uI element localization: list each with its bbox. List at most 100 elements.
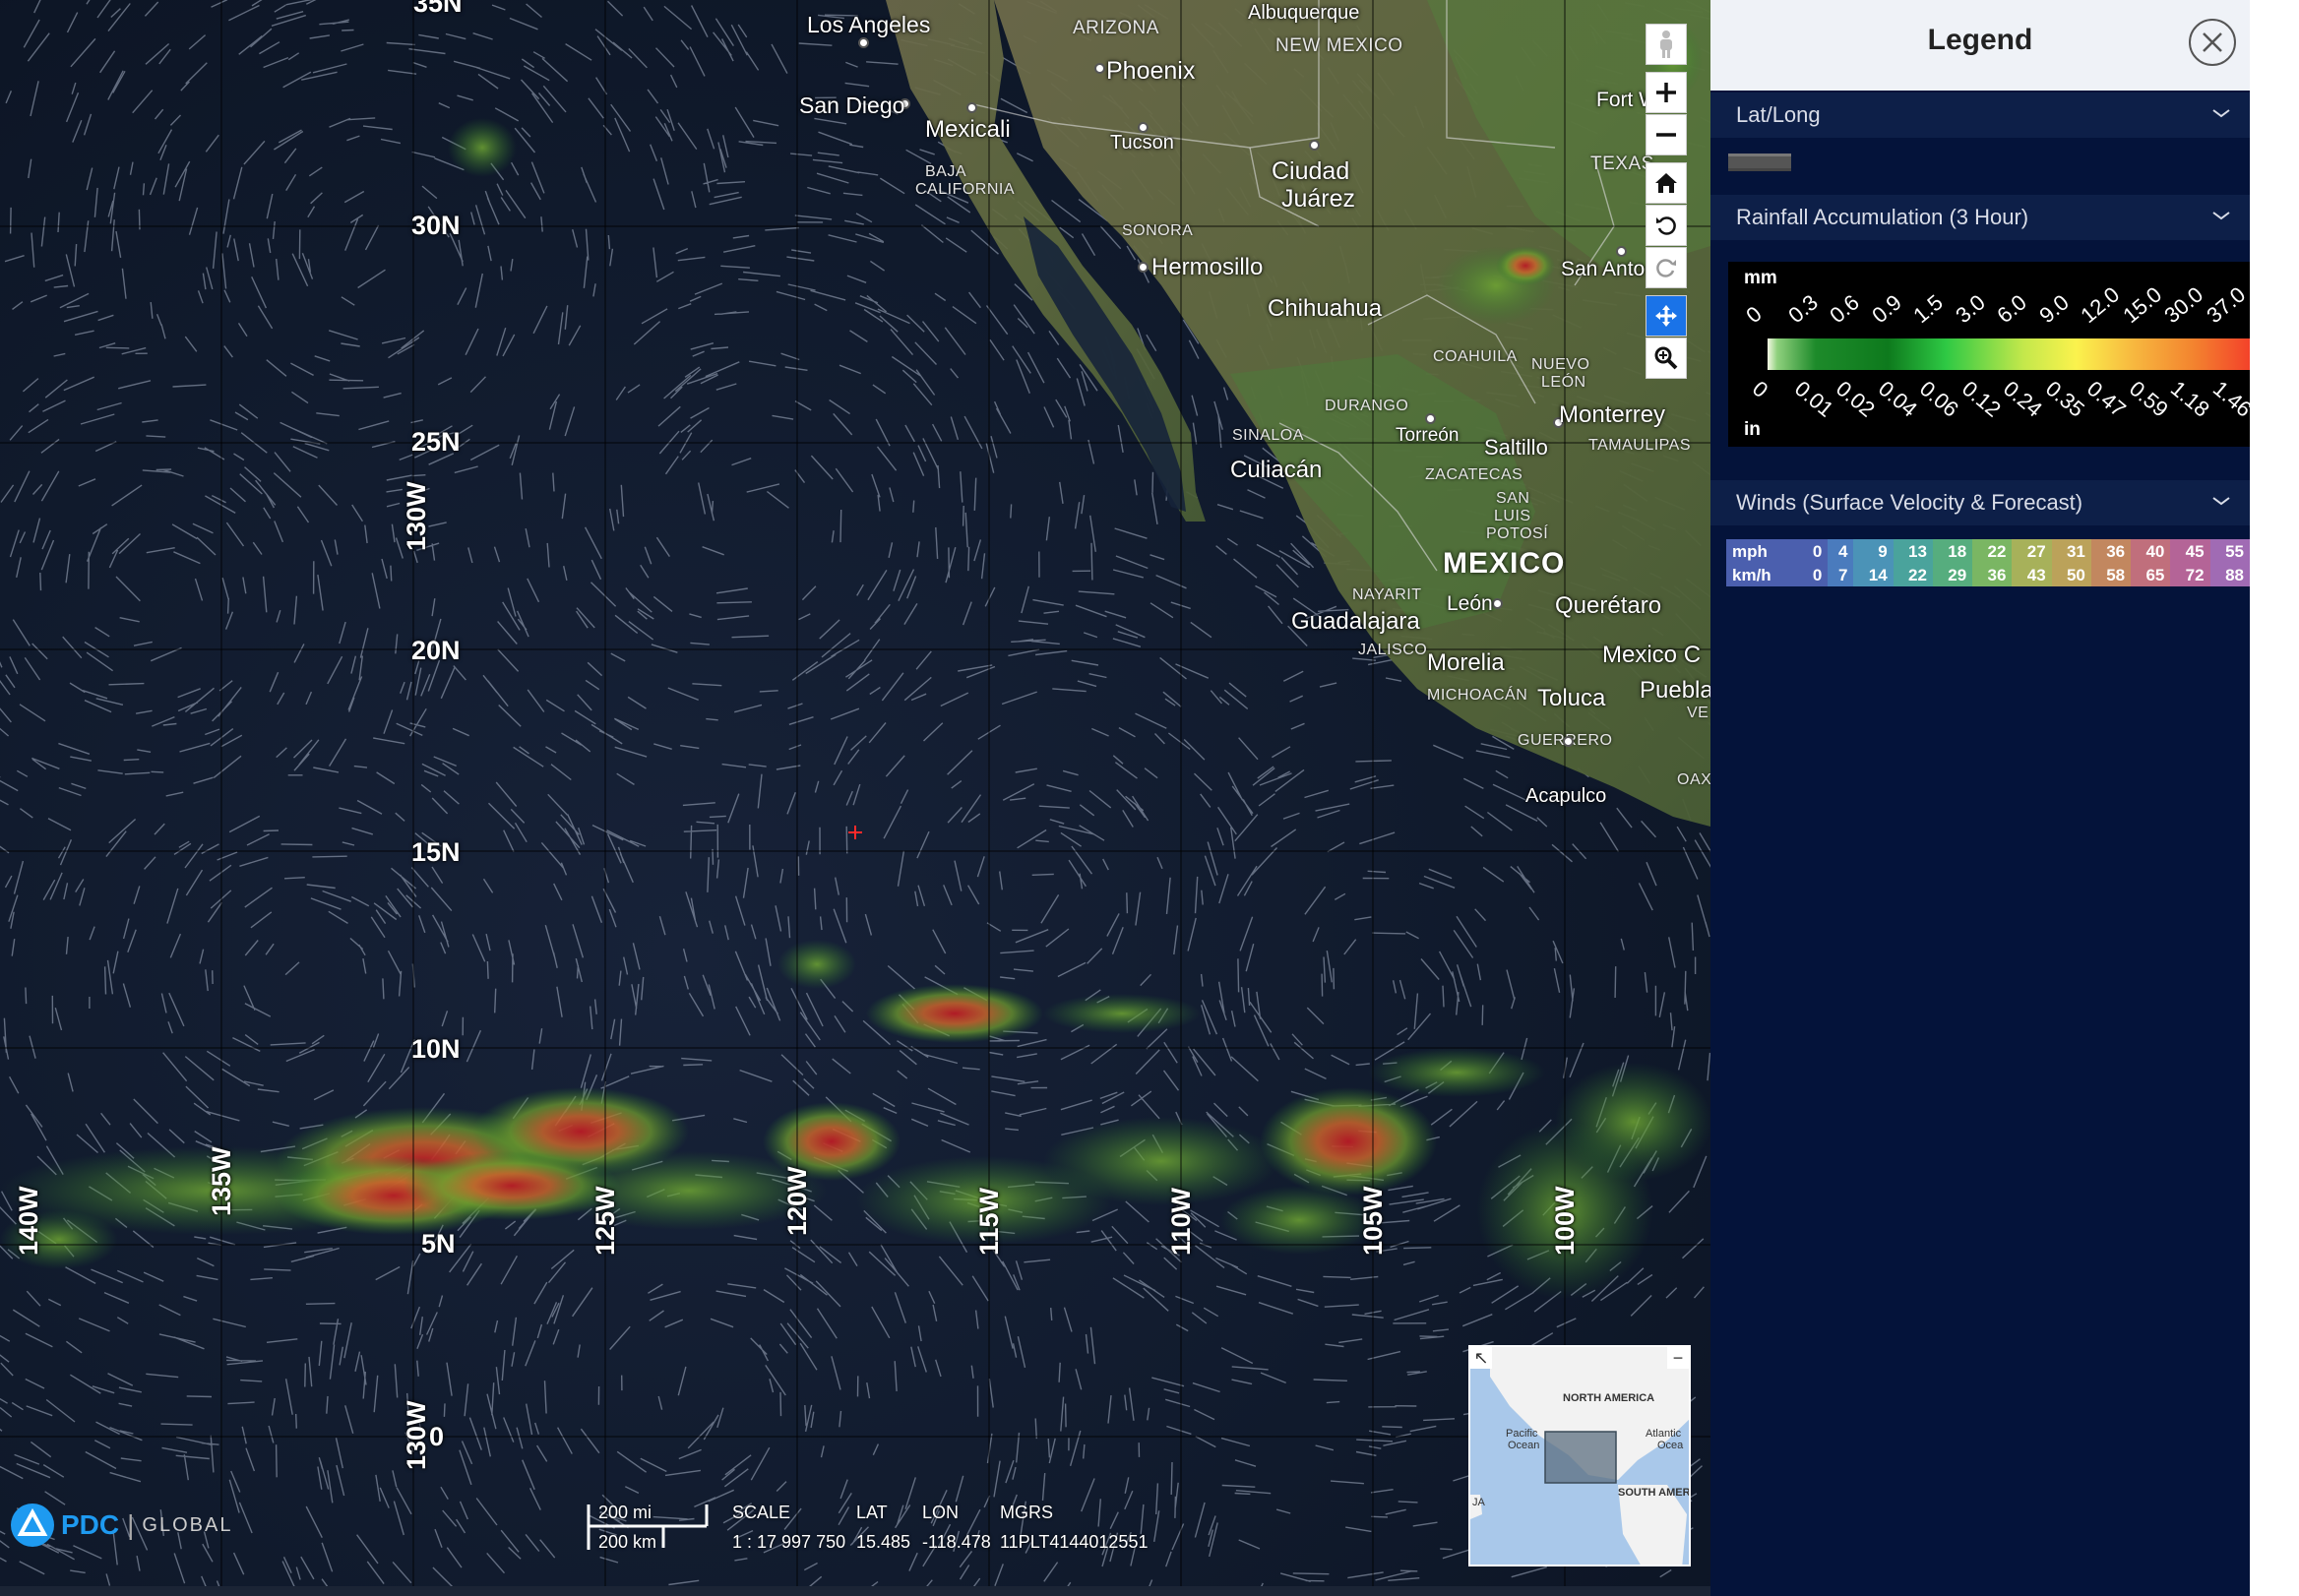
map-center-crosshair (848, 826, 862, 839)
chevron-down-icon (2212, 497, 2230, 506)
city-queretaro: Querétaro (1555, 592, 1662, 619)
street-view-icon (1660, 31, 1672, 58)
region-oax: OAX (1677, 771, 1710, 788)
rotate-right-icon (1656, 259, 1676, 277)
zoom-out-button[interactable] (1646, 114, 1687, 155)
overview-map[interactable]: ↖ − NORTH AMERICA Pacific Ocean Atlantic… (1468, 1345, 1691, 1566)
wind-mph-cell: 55 (2209, 539, 2250, 563)
rainfall-in-tick: 0.04 (1873, 376, 1922, 422)
overview-label-pacific-1: Pacific (1506, 1428, 1538, 1440)
rainfall-mm-tick: 3.0 (1950, 289, 1990, 329)
map-canvas[interactable] (0, 0, 1710, 1596)
lon-label-110w: 110W (1166, 1187, 1196, 1256)
home-icon (1655, 173, 1677, 193)
region-coahuila: COAHUILA (1433, 348, 1518, 365)
pdc-global-logo[interactable]: PDC | GLOBAL (10, 1503, 232, 1548)
rainfall-mm-tick: 0.6 (1825, 289, 1864, 329)
lon-label-130w-upper: 130W (402, 481, 431, 551)
wind-kmh-cell: 58 (2090, 563, 2132, 586)
legend-section-latlong[interactable]: Lat/Long (1710, 92, 2250, 138)
lat-label-15n: 15N (411, 837, 461, 867)
rainfall-mm-tick: 0.3 (1782, 289, 1823, 329)
wind-mph-cell: 13 (1893, 539, 1933, 563)
mgrs-value: 11PLT4144012551 (1000, 1532, 1149, 1552)
wind-mph-cell: 0 (1802, 539, 1829, 563)
overview-label-south-america: SOUTH AMERI (1618, 1487, 1691, 1499)
legend-section-rainfall[interactable]: Rainfall Accumulation (3 Hour) (1710, 195, 2250, 240)
city-saltillo: Saltillo (1484, 435, 1548, 460)
wind-kmh-cell: 65 (2131, 563, 2171, 586)
map-viewport[interactable]: 35N 30N 25N 20N 15N 10N 5N 0 140W 135W 1… (0, 0, 1710, 1596)
pan-arrows-icon (1655, 305, 1677, 327)
region-michoacan: MICHOACÁN (1427, 687, 1528, 704)
zoom-in-button[interactable] (1646, 72, 1687, 113)
rainfall-in-tick: 0.01 (1789, 376, 1838, 422)
overview-map-graphic (1470, 1347, 1689, 1565)
lon-label-100w: 100W (1550, 1186, 1580, 1256)
legend-section-winds[interactable]: Winds (Surface Velocity & Forecast) (1710, 480, 2250, 525)
rainfall-in-tick: 0.47 (2082, 376, 2131, 422)
city-tucson: Tucson (1110, 132, 1174, 153)
city-dot (966, 102, 977, 113)
wind-kmh-row: km/h 0 7 14 22 29 36 43 50 58 65 72 88 (1726, 563, 2250, 586)
city-dot (1616, 246, 1627, 257)
wind-mph-cell: 31 (2051, 539, 2091, 563)
home-button[interactable] (1646, 162, 1687, 204)
rainfall-in-tick: 0.06 (1914, 376, 1963, 422)
rainfall-in-tick: 0 (1747, 376, 1773, 403)
city-ciudad-juarez-line1: Ciudad (1272, 157, 1350, 185)
region-ve: VE (1687, 705, 1709, 721)
rainfall-mm-tick: 6.0 (1992, 289, 2031, 329)
overview-label-north-america: NORTH AMERICA (1563, 1392, 1655, 1404)
pan-button[interactable] (1646, 295, 1687, 337)
country-label-mexico: MEXICO (1443, 547, 1566, 580)
map-bottom-strip (0, 1586, 1710, 1596)
city-phoenix: Phoenix (1106, 57, 1196, 85)
street-view-button[interactable] (1646, 24, 1687, 65)
region-sonora: SONORA (1122, 222, 1194, 239)
lon-label-135w: 135W (207, 1146, 236, 1216)
rainfall-in-tick: 0.35 (2040, 376, 2089, 422)
overview-label-atlantic-2: Ocea (1657, 1440, 1684, 1451)
rotate-left-button[interactable] (1646, 205, 1687, 246)
overview-minimize-button[interactable]: − (1667, 1347, 1689, 1369)
wind-kmh-unit: km/h (1726, 563, 1803, 586)
latlong-line-swatch (1728, 153, 1791, 171)
city-san-antonio: San Anto (1561, 258, 1646, 280)
city-chihuahua: Chihuahua (1268, 295, 1383, 322)
wind-speed-scale: mph 0 4 9 13 18 22 27 31 36 40 45 55 km/h 0 7 14 22 29 3… (1726, 539, 2250, 586)
app-root: 35N 30N 25N 20N 15N 10N 5N 0 140W 135W 1… (0, 0, 2299, 1596)
city-puebla: Puebla (1640, 677, 1710, 704)
mgrs-label: MGRS (1000, 1503, 1053, 1522)
city-dot (1309, 140, 1320, 151)
city-hermosillo: Hermosillo (1151, 254, 1264, 280)
overview-label-atlantic-1: Atlantic (1646, 1428, 1682, 1440)
lon-label-130w-lower: 130W (402, 1400, 431, 1470)
pdc-logo-icon (11, 1504, 54, 1547)
wind-mph-cell: 40 (2131, 539, 2171, 563)
lat-label-20n: 20N (411, 636, 461, 665)
city-mexico-city: Mexico C (1602, 642, 1702, 668)
wind-mph-cell: 27 (2012, 539, 2052, 563)
city-dot (1563, 736, 1574, 747)
lon-label: LON (922, 1503, 960, 1522)
rainfall-mm-tick: 0 (1741, 301, 1767, 329)
city-morelia: Morelia (1427, 649, 1505, 676)
overview-expand-button[interactable]: ↖ (1470, 1347, 1492, 1369)
city-torreon: Torreón (1396, 425, 1460, 446)
city-culiacan: Culiacán (1230, 457, 1323, 483)
rotate-right-button[interactable] (1646, 247, 1687, 288)
wind-mph-cell: 36 (2090, 539, 2132, 563)
logo-pdc-text: PDC (61, 1509, 120, 1540)
lat-label-10n: 10N (411, 1034, 461, 1064)
lon-label-120w: 120W (782, 1166, 812, 1236)
zoom-box-button[interactable] (1646, 338, 1687, 379)
wind-mph-cell: 45 (2170, 539, 2210, 563)
city-dot (1425, 413, 1436, 424)
legend-close-button[interactable] (2189, 19, 2236, 66)
region-jalisco: JALISCO (1358, 642, 1428, 658)
region-baja-2: CALIFORNIA (915, 181, 1016, 198)
rainfall-unit-in: in (1744, 419, 1761, 440)
rainfall-mm-tick: 0.9 (1866, 289, 1906, 329)
city-acapulco: Acapulco (1525, 785, 1607, 807)
